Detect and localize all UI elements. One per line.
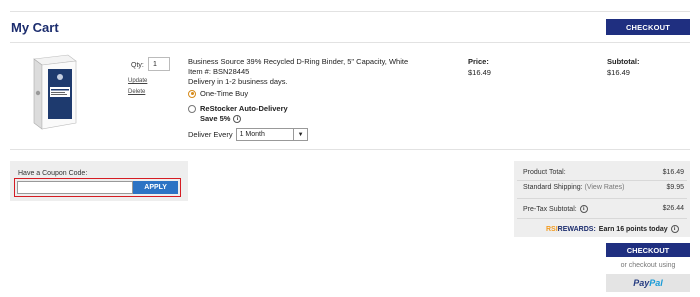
price-label: Price: (468, 57, 489, 66)
radio-selected-icon[interactable] (188, 89, 196, 98)
update-link[interactable]: Update (128, 78, 147, 84)
summary-divider (517, 180, 687, 181)
item-divider (10, 149, 690, 150)
rsi-logo: RSI (546, 225, 558, 233)
product-total-label: Product Total: (523, 169, 566, 176)
rewards-text: Earn 16 points today (598, 225, 668, 233)
price-value: $16.49 (468, 68, 491, 77)
info-icon[interactable]: i (233, 114, 242, 123)
radio-unselected-icon[interactable] (188, 104, 196, 113)
restocker-save: Save 5% i (200, 114, 242, 123)
shipping-value: $9.95 (666, 184, 684, 191)
coupon-input[interactable] (17, 181, 134, 194)
subtotal-value: $16.49 (607, 68, 630, 77)
rewards-row: RSIREWARDS: Earn 16 points today i (546, 225, 679, 233)
checkout-button-bottom[interactable]: CHECKOUT (606, 243, 690, 257)
shipping-row: Standard Shipping: (View Rates) $9.95 (523, 184, 684, 191)
chevron-down-icon: ▼ (297, 131, 304, 138)
view-rates-link[interactable]: (View Rates) (585, 184, 625, 191)
coupon-highlight: APPLY (14, 178, 181, 197)
product-name: Business Source 39% Recycled D-Ring Bind… (188, 57, 409, 66)
deliver-every-label: Deliver Every (188, 130, 233, 139)
coupon-label: Have a Coupon Code: (18, 170, 88, 177)
restocker-save-text: Save 5% (200, 114, 231, 123)
apply-button[interactable]: APPLY (133, 181, 178, 194)
top-divider (10, 11, 690, 12)
subtotal-label: Subtotal: (607, 57, 640, 66)
option-restocker-label: ReStocker Auto-Delivery (200, 104, 288, 113)
product-image (33, 54, 77, 130)
deliver-every-value: 1 Month (239, 131, 265, 138)
option-one-time[interactable]: One-Time Buy (188, 89, 248, 98)
paypal-logo-pay: Pay (633, 278, 650, 288)
deliver-every-select[interactable]: 1 Month ▼ (235, 128, 308, 141)
info-icon[interactable]: i (670, 225, 679, 233)
pretax-label: Pre-Tax Subtotal: (523, 205, 577, 213)
summary-divider (517, 198, 687, 199)
qty-label: Qty: (131, 62, 144, 69)
or-checkout-text: or checkout using (620, 262, 676, 269)
qty-input[interactable]: 1 (148, 57, 170, 71)
product-total-value: $16.49 (662, 169, 684, 176)
product-total-row: Product Total: $16.49 (523, 169, 684, 176)
delivery-info: Delivery in 1-2 business days. (188, 77, 288, 86)
product-description: Business Source 39% Recycled D-Ring Bind… (188, 57, 408, 87)
checkout-button-top[interactable]: CHECKOUT (606, 19, 690, 35)
delete-link[interactable]: Delete (128, 89, 145, 95)
page-title: My Cart (11, 20, 59, 35)
paypal-button[interactable]: Pay Pal (606, 274, 690, 292)
pretax-row: Pre-Tax Subtotal: i $26.44 (523, 205, 684, 213)
rewards-logo: REWARDS: (557, 225, 596, 233)
paypal-logo-pal: Pal (649, 278, 663, 288)
deliver-every: Deliver Every 1 Month ▼ (188, 128, 308, 141)
item-number: Item #: BSN28445 (188, 67, 250, 76)
shipping-label: Standard Shipping: (523, 184, 583, 191)
option-restocker[interactable]: ReStocker Auto-Delivery (188, 104, 288, 113)
summary-divider (517, 218, 687, 219)
info-icon[interactable]: i (579, 205, 588, 213)
option-one-time-label: One-Time Buy (200, 89, 249, 98)
header-divider (10, 42, 690, 43)
pretax-value: $26.44 (662, 205, 684, 212)
